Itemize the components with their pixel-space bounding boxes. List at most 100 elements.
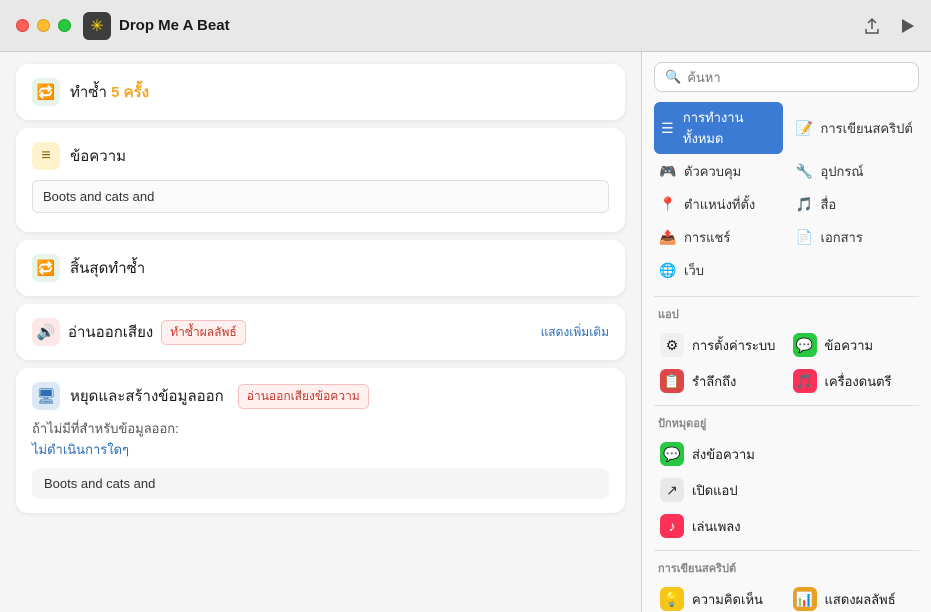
- divider-2: [654, 405, 919, 406]
- show-result-icon: 📊: [793, 587, 817, 611]
- documents-icon: 📄: [795, 229, 815, 246]
- category-tools[interactable]: 🔧 อุปกรณ์: [791, 156, 920, 187]
- traffic-lights: [16, 19, 71, 32]
- speak-card: 🔊 อ่านออกเสียง ทำซ้ำผลลัพธ์ แสดงเพิ่มเติ…: [16, 304, 625, 360]
- stop-icon: 🖥: [32, 382, 60, 410]
- speak-card-header: 🔊 อ่านออกเสียง ทำซ้ำผลลัพธ์ แสดงเพิ่มเติ…: [32, 318, 609, 346]
- stop-badge[interactable]: อ่านออกเสียงข้อความ: [238, 384, 369, 409]
- comment-label: ความคิดเห็น: [692, 589, 763, 610]
- speak-show-more[interactable]: แสดงเพิ่มเติม: [541, 323, 609, 342]
- stop-condition-link[interactable]: ไม่ดำเนินการใดๆ: [32, 442, 129, 457]
- speak-icon: 🔊: [32, 318, 60, 346]
- category-control[interactable]: 🎮 ตัวควบคุม: [654, 156, 783, 187]
- sharing-icon: 📤: [658, 229, 678, 246]
- end-repeat-icon: 🔁: [32, 254, 60, 282]
- control-icon: 🎮: [658, 163, 678, 180]
- category-documents[interactable]: 📄 เอกสาร: [791, 222, 920, 253]
- stop-output: Boots and cats and: [32, 468, 609, 499]
- web-icon: 🌐: [658, 262, 678, 279]
- repeat-card-header: 🔁 ทำซ้ำ 5 ครั้ง: [32, 78, 609, 106]
- category-documents-label: เอกสาร: [821, 227, 863, 248]
- search-input[interactable]: [687, 70, 908, 85]
- category-media[interactable]: 🎵 สื่อ: [791, 189, 920, 220]
- action-play-music[interactable]: ♪ เล่นเพลง: [654, 508, 919, 544]
- category-location[interactable]: 📍 ตำแหน่งที่ตั้ง: [654, 189, 783, 220]
- message-card-body: Boots and cats and: [32, 180, 609, 218]
- message-card-title: ข้อความ: [70, 144, 126, 168]
- search-bar-wrapper: 🔍: [642, 52, 931, 98]
- category-web-label: เว็บ: [684, 260, 704, 281]
- maximize-button[interactable]: [58, 19, 71, 32]
- action-comment[interactable]: 💡 ความคิดเห็น: [654, 581, 787, 612]
- message-card-header: ≡ ข้อความ: [32, 142, 609, 170]
- section-scripting-label: การเขียนสคริปต์: [658, 559, 915, 577]
- left-panel: 🔁 ทำซ้ำ 5 ครั้ง ≡ ข้อความ Boots and cats…: [0, 52, 641, 612]
- repeat-card: 🔁 ทำซ้ำ 5 ครั้ง: [16, 64, 625, 120]
- right-content: ☰ การทำงานทั้งหมด 📝 การเขียนสคริปต์ 🎮 ตั…: [642, 98, 931, 612]
- media-icon: 🎵: [795, 196, 815, 213]
- speak-badge[interactable]: ทำซ้ำผลลัพธ์: [161, 320, 246, 345]
- speak-left: 🔊 อ่านออกเสียง ทำซ้ำผลลัพธ์: [32, 318, 246, 346]
- repeat-card-title: ทำซ้ำ 5 ครั้ง: [70, 80, 149, 104]
- messages-app-label: ข้อความ: [825, 335, 874, 356]
- end-repeat-card-header: 🔁 สิ้นสุดทำซ้ำ: [32, 254, 609, 282]
- category-all[interactable]: ☰ การทำงานทั้งหมด: [654, 102, 783, 154]
- category-sharing-label: การแชร์: [684, 227, 730, 248]
- repeat-icon: 🔁: [32, 78, 60, 106]
- location-icon: 📍: [658, 196, 678, 213]
- divider-1: [654, 296, 919, 297]
- send-message-label: ส่งข้อความ: [692, 444, 755, 465]
- action-send-message[interactable]: 💬 ส่งข้อความ: [654, 436, 919, 472]
- right-panel: 🔍 ☰ การทำงานทั้งหมด 📝 การเขียนสคริปต์ 🎮 …: [641, 52, 931, 612]
- scripting-section: 💡 ความคิดเห็น 📊 แสดงผลลัพธ์ ⚠ แสดงการเตื…: [654, 581, 919, 612]
- system-prefs-label: การตั้งค่าระบบ: [692, 335, 775, 356]
- action-system-prefs[interactable]: ⚙ การตั้งค่าระบบ: [654, 327, 787, 363]
- open-app-label: เปิดแอป: [692, 480, 738, 501]
- action-music-app[interactable]: 🎵 เครื่องดนตรี: [787, 363, 920, 399]
- stop-card-title: หยุดและสร้างข้อมูลออก: [70, 384, 224, 408]
- end-repeat-card-title: สิ้นสุดทำซ้ำ: [70, 256, 145, 280]
- apps-section: ⚙ การตั้งค่าระบบ 💬 ข้อความ 📋 รำลึกถึง 🎵 …: [654, 327, 919, 399]
- action-open-app[interactable]: ↗ เปิดแอป: [654, 472, 919, 508]
- reminders-label: รำลึกถึง: [692, 371, 736, 392]
- play-button[interactable]: [901, 18, 915, 34]
- open-app-icon: ↗: [660, 478, 684, 502]
- show-result-label: แสดงผลลัพธ์: [825, 589, 896, 610]
- category-control-label: ตัวควบคุม: [684, 161, 741, 182]
- action-messages-app[interactable]: 💬 ข้อความ: [787, 327, 920, 363]
- message-icon: ≡: [32, 142, 60, 170]
- music-app-label: เครื่องดนตรี: [825, 371, 892, 392]
- tools-icon: 🔧: [795, 163, 815, 180]
- close-button[interactable]: [16, 19, 29, 32]
- section-pinned-label: ปักหมุดอยู่: [658, 414, 915, 432]
- search-bar: 🔍: [654, 62, 919, 92]
- message-input[interactable]: Boots and cats and: [32, 180, 609, 213]
- category-tools-label: อุปกรณ์: [821, 161, 864, 182]
- scripting-icon: 📝: [795, 120, 815, 137]
- play-music-label: เล่นเพลง: [692, 516, 741, 537]
- app-icon: ✳: [83, 12, 111, 40]
- category-location-label: ตำแหน่งที่ตั้ง: [684, 194, 755, 215]
- stop-card-body: ถ้าไม่มีที่สำหรับข้อมูลออก: ไม่ดำเนินการ…: [32, 418, 609, 460]
- action-show-result[interactable]: 📊 แสดงผลลัพธ์: [787, 581, 920, 612]
- action-reminders[interactable]: 📋 รำลึกถึง: [654, 363, 787, 399]
- speak-card-title: อ่านออกเสียง: [68, 320, 153, 344]
- system-prefs-icon: ⚙: [660, 333, 684, 357]
- messages-app-icon: 💬: [793, 333, 817, 357]
- category-web[interactable]: 🌐 เว็บ: [654, 255, 783, 286]
- send-message-icon: 💬: [660, 442, 684, 466]
- window-title: Drop Me A Beat: [119, 17, 863, 34]
- comment-icon: 💡: [660, 587, 684, 611]
- category-scripting[interactable]: 📝 การเขียนสคริปต์: [791, 102, 920, 154]
- category-sharing[interactable]: 📤 การแชร์: [654, 222, 783, 253]
- all-icon: ☰: [658, 120, 677, 137]
- minimize-button[interactable]: [37, 19, 50, 32]
- category-scripting-label: การเขียนสคริปต์: [821, 118, 913, 139]
- section-apps-label: แอป: [658, 305, 915, 323]
- music-app-icon: 🎵: [793, 369, 817, 393]
- category-all-label: การทำงานทั้งหมด: [683, 107, 779, 149]
- stop-card-header: 🖥 หยุดและสร้างข้อมูลออก อ่านออกเสียงข้อค…: [32, 382, 609, 410]
- play-music-icon: ♪: [660, 514, 684, 538]
- titlebar-actions: [863, 17, 915, 35]
- share-button[interactable]: [863, 17, 881, 35]
